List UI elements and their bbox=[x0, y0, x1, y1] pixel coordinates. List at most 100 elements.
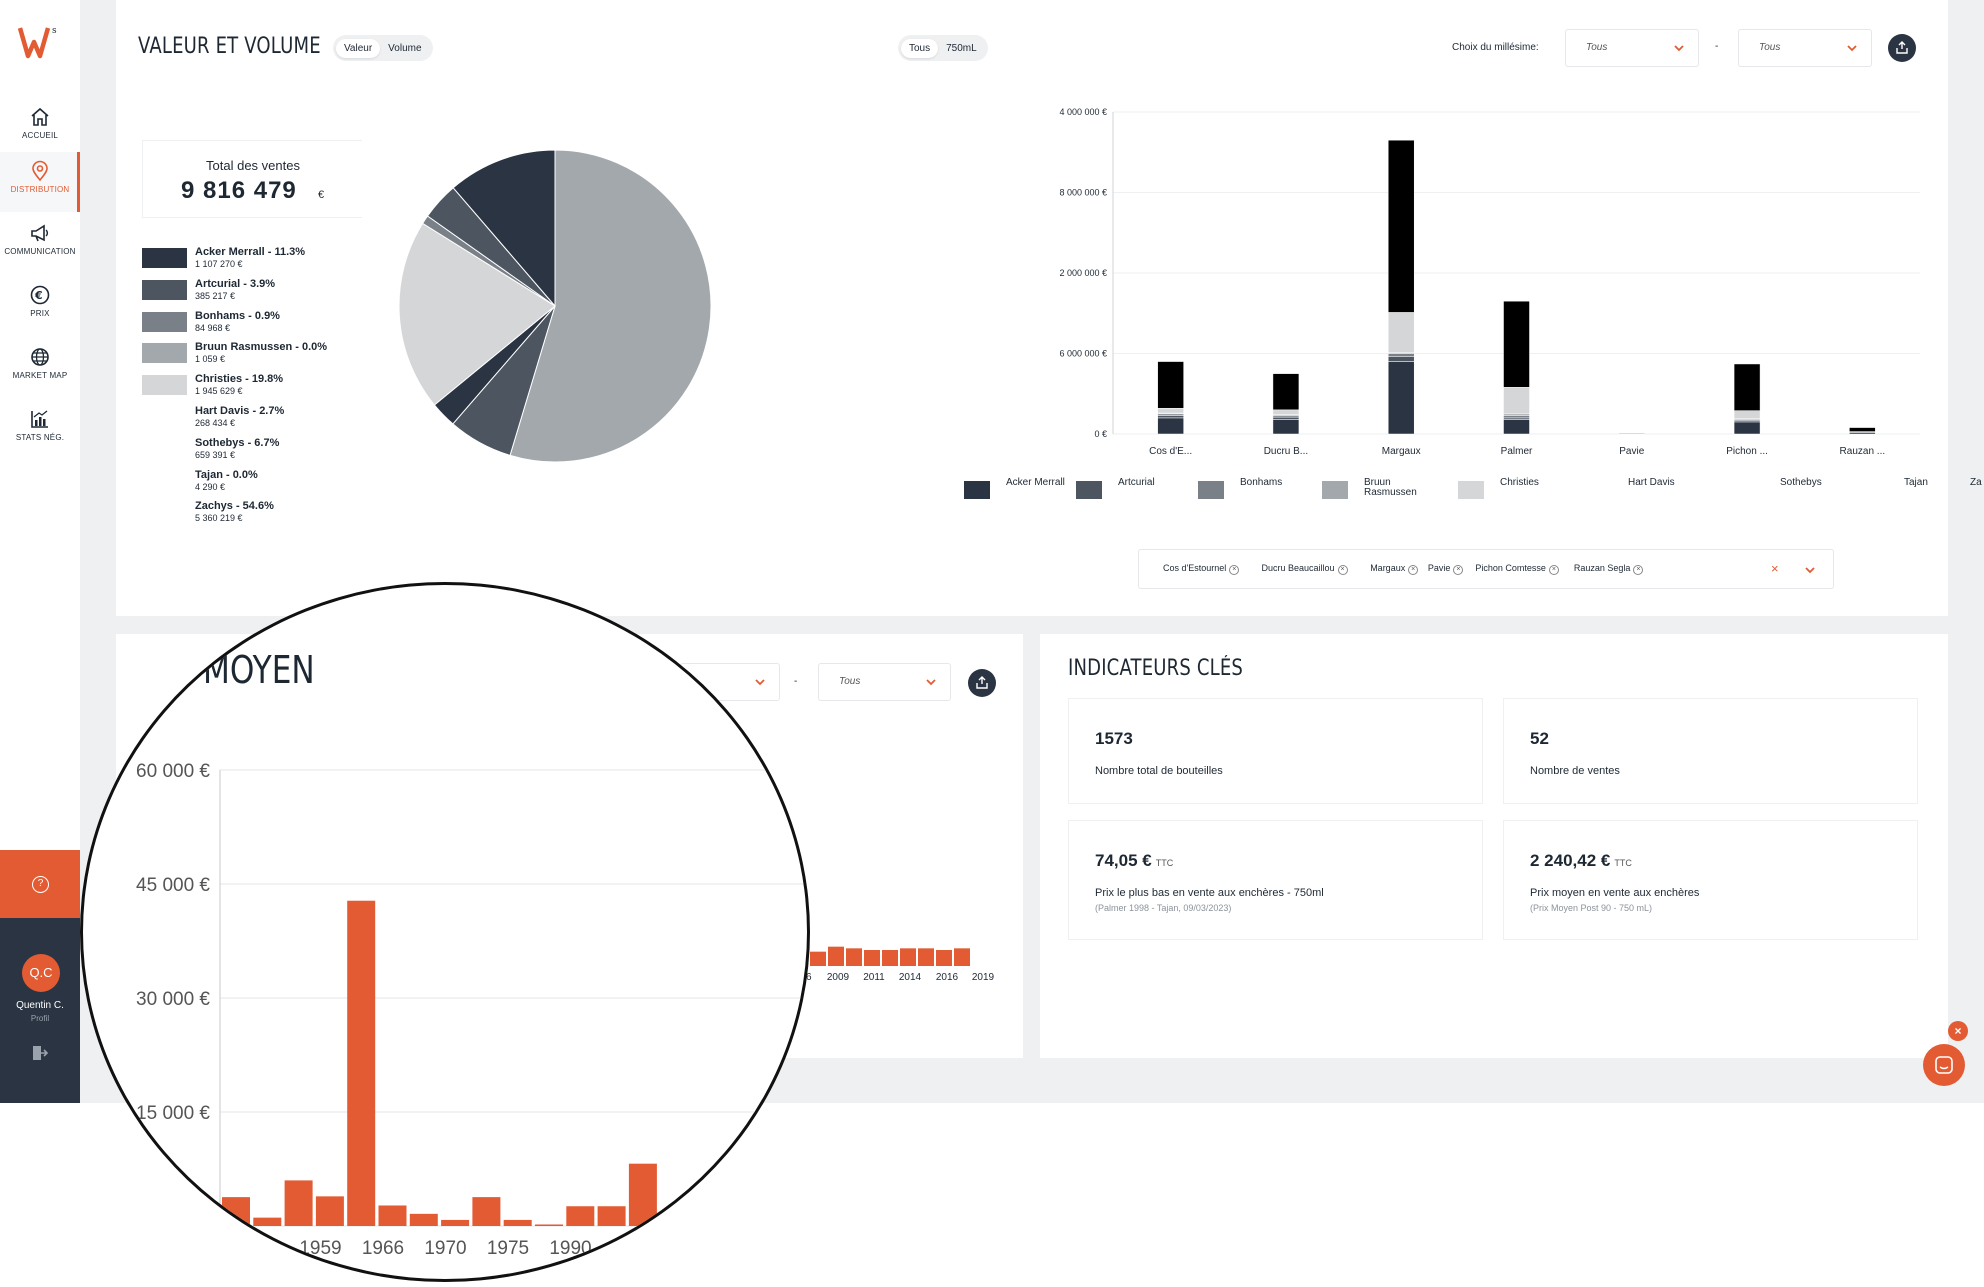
price-bar[interactable] bbox=[315, 1196, 344, 1226]
vintage-from-select[interactable]: Tous bbox=[1565, 29, 1699, 67]
bar-segment[interactable] bbox=[1733, 421, 1761, 435]
bar-segment[interactable] bbox=[1733, 410, 1761, 419]
bar-segment[interactable] bbox=[1503, 419, 1530, 435]
bar-segment[interactable] bbox=[1272, 419, 1300, 435]
price-bar[interactable] bbox=[936, 950, 952, 966]
sidebar-item-communication[interactable]: COMMUNICATION bbox=[0, 214, 80, 274]
legend-name: Bonhams - 0.9% bbox=[195, 309, 280, 322]
chip-remove-icon[interactable]: × bbox=[1453, 565, 1464, 575]
bar-segment[interactable] bbox=[1272, 409, 1300, 415]
filter-chip[interactable]: Ducru Beaucaillou × bbox=[1262, 563, 1348, 575]
bar-segment[interactable] bbox=[1272, 373, 1300, 411]
valeur-volume-toggle[interactable]: Valeur Volume bbox=[333, 35, 433, 61]
bar-segment[interactable] bbox=[1503, 300, 1530, 388]
price-bar[interactable] bbox=[597, 1206, 626, 1226]
price-bar[interactable] bbox=[628, 1163, 657, 1226]
bar-segment[interactable] bbox=[1387, 312, 1415, 353]
bar-segment[interactable] bbox=[1387, 139, 1415, 313]
legend-swatch bbox=[142, 248, 187, 268]
toggle-volume[interactable]: Volume bbox=[380, 39, 429, 58]
bar-segment[interactable] bbox=[1503, 387, 1530, 415]
price-bar[interactable] bbox=[284, 1180, 313, 1226]
chip-remove-icon[interactable]: × bbox=[1337, 565, 1348, 575]
price-bar[interactable] bbox=[347, 900, 376, 1226]
chat-close-button[interactable]: × bbox=[1948, 1021, 1968, 1041]
bar-segment[interactable] bbox=[1157, 361, 1184, 409]
profile-role[interactable]: Profil bbox=[0, 1014, 80, 1023]
vintage-to-select[interactable]: Tous bbox=[1738, 29, 1872, 67]
bar-segment[interactable] bbox=[1157, 417, 1184, 435]
price-bar[interactable] bbox=[472, 1197, 501, 1226]
bar-segment[interactable] bbox=[1618, 433, 1646, 435]
chevron-down-icon[interactable] bbox=[1805, 565, 1815, 575]
filter-chip[interactable]: Margaux × bbox=[1370, 563, 1419, 575]
chip-remove-icon[interactable]: × bbox=[1548, 565, 1559, 575]
price-bar[interactable] bbox=[409, 1213, 438, 1226]
price-bar[interactable] bbox=[900, 948, 916, 966]
prix-export-button[interactable] bbox=[968, 669, 996, 697]
price-bar[interactable] bbox=[378, 1205, 407, 1226]
price-bar[interactable] bbox=[828, 946, 844, 966]
logout-icon[interactable] bbox=[31, 1044, 49, 1062]
filter-chip[interactable]: Pichon Comtesse × bbox=[1475, 563, 1559, 575]
chevron-down-icon bbox=[1847, 45, 1857, 52]
format-toggle[interactable]: Tous 750mL bbox=[898, 35, 988, 61]
price-bar[interactable] bbox=[566, 1206, 595, 1226]
sidebar-item-market-map[interactable]: MARKET MAP bbox=[0, 338, 80, 398]
sidebar-item-stats[interactable]: STATS NÉG. bbox=[0, 400, 80, 460]
profile-name: Quentin C. bbox=[16, 1000, 64, 1011]
prix-vintage-to-select[interactable]: Tous bbox=[818, 663, 951, 701]
chip-remove-icon[interactable]: × bbox=[1229, 565, 1240, 575]
price-bar[interactable] bbox=[846, 948, 862, 966]
filter-chip[interactable]: Cos d'Estournel × bbox=[1163, 563, 1240, 575]
help-button[interactable]: ? bbox=[0, 850, 80, 918]
bar-segment[interactable] bbox=[1157, 415, 1184, 419]
clear-filter-icon[interactable]: × bbox=[1771, 561, 1779, 576]
bar-segment[interactable] bbox=[1849, 427, 1876, 432]
price-bar[interactable] bbox=[918, 948, 934, 966]
price-bar[interactable] bbox=[954, 948, 970, 966]
y-tick-label: 15 000 € bbox=[136, 1103, 210, 1124]
x-tick-label: 2016 bbox=[936, 972, 959, 983]
megaphone-icon bbox=[31, 224, 48, 242]
select-value: Tous bbox=[1586, 42, 1608, 53]
toggle-750ml[interactable]: 750mL bbox=[938, 39, 985, 58]
chip-remove-icon[interactable]: × bbox=[1408, 565, 1419, 575]
export-button[interactable] bbox=[1888, 34, 1916, 62]
brand-logo[interactable]: s bbox=[18, 22, 62, 62]
indicateurs-title: INDICATEURS CLÉS bbox=[1068, 656, 1244, 681]
price-bar[interactable] bbox=[810, 951, 826, 966]
sidebar-item-distribution[interactable]: DISTRIBUTION bbox=[0, 152, 80, 212]
chat-button[interactable] bbox=[1923, 1044, 1965, 1086]
price-bar[interactable] bbox=[503, 1219, 532, 1226]
bar-segment[interactable] bbox=[1387, 353, 1415, 357]
euro-icon: € bbox=[30, 285, 50, 305]
chip-remove-icon[interactable]: × bbox=[1633, 565, 1644, 575]
x-tick-label: Ducru B... bbox=[1264, 446, 1308, 457]
avatar[interactable]: Q.C bbox=[22, 954, 60, 992]
price-bar[interactable] bbox=[253, 1217, 282, 1226]
legend-swatch bbox=[1076, 481, 1102, 499]
chip-label: Cos d'Estournel bbox=[1163, 563, 1227, 573]
x-tick-label: Rauzan ... bbox=[1840, 446, 1886, 457]
price-bar[interactable] bbox=[441, 1219, 470, 1226]
bar-segment[interactable] bbox=[1387, 356, 1415, 362]
price-bar[interactable] bbox=[864, 950, 880, 966]
chat-icon bbox=[1935, 1056, 1953, 1074]
x-tick-label: 1959 bbox=[299, 1238, 341, 1259]
toggle-tous[interactable]: Tous bbox=[901, 38, 939, 58]
sidebar-item-accueil[interactable]: ACCUEIL bbox=[0, 98, 80, 158]
price-bar[interactable] bbox=[882, 950, 898, 966]
bar-segment[interactable] bbox=[1387, 361, 1415, 435]
bar-segment[interactable] bbox=[1272, 416, 1300, 420]
bar-segment[interactable] bbox=[1157, 407, 1184, 414]
toggle-valeur[interactable]: Valeur bbox=[336, 38, 381, 58]
bar-segment[interactable] bbox=[1503, 415, 1530, 419]
filter-chip[interactable]: Rauzan Segla × bbox=[1574, 563, 1644, 575]
bar-segment[interactable] bbox=[1733, 363, 1761, 411]
sidebar-item-prix[interactable]: € PRIX bbox=[0, 276, 80, 336]
price-bar[interactable] bbox=[535, 1224, 563, 1226]
legend-name: Bruun Rasmussen bbox=[1364, 477, 1417, 498]
filter-chip[interactable]: Pavie × bbox=[1428, 563, 1464, 575]
chateau-filter[interactable]: Cos d'Estournel × Ducru Beaucaillou × Margau… bbox=[1138, 549, 1834, 589]
